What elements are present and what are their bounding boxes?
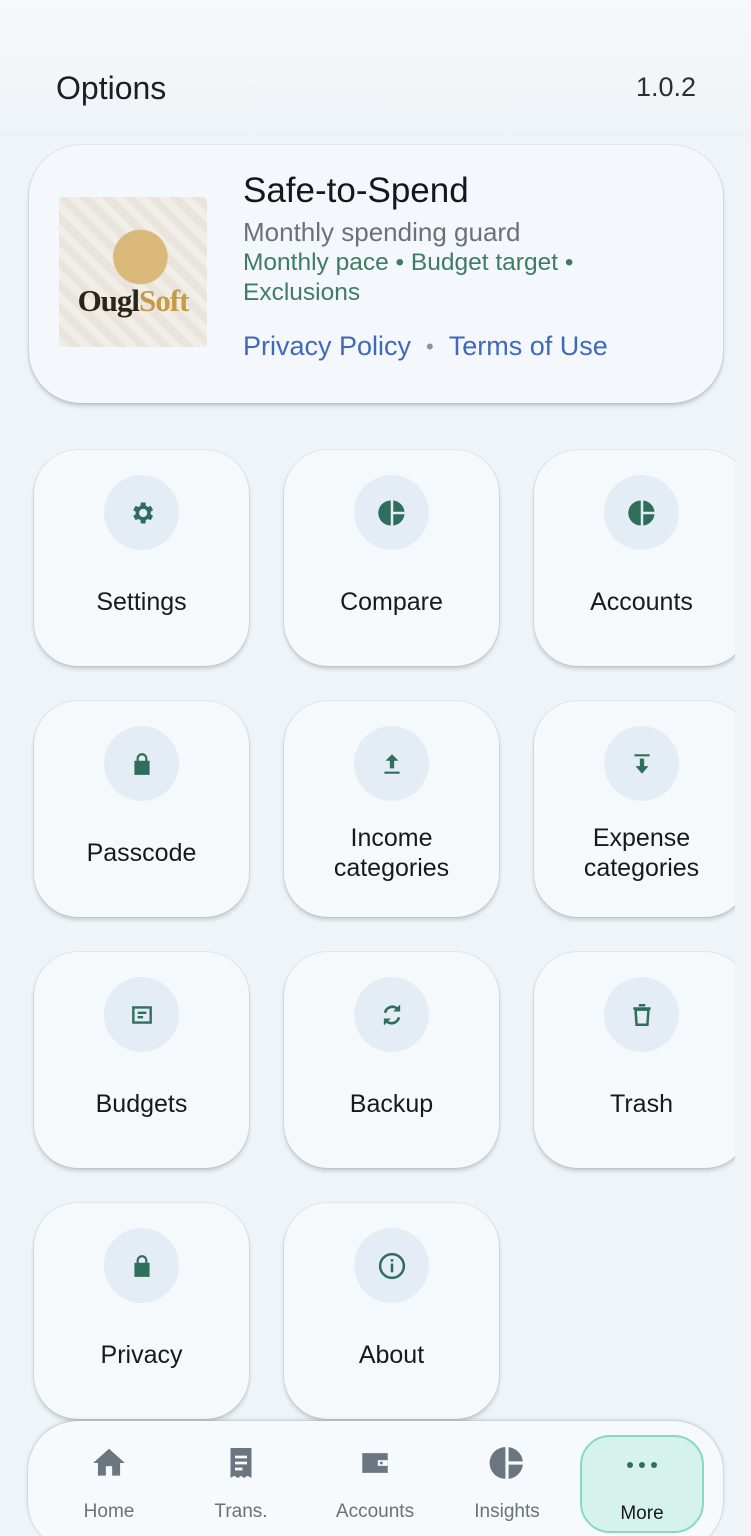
app-info-card: OuglSoft Safe-to-Spend Monthly spending … — [29, 145, 723, 403]
app-name: Safe-to-Spend — [243, 171, 469, 210]
pie-chart-icon — [604, 475, 679, 550]
tile-budgets[interactable]: Budgets — [34, 952, 249, 1168]
gear-icon — [104, 475, 179, 550]
tile-label: Settings — [96, 588, 187, 616]
tile-trash[interactable]: Trash — [534, 952, 749, 1168]
bottom-navigation: Home Trans. Accounts Insights More — [28, 1421, 723, 1536]
app-subtitle: Monthly spending guard — [243, 217, 521, 247]
pie-chart-icon — [354, 475, 429, 550]
sync-icon — [354, 977, 429, 1052]
tile-about[interactable]: About — [284, 1203, 499, 1419]
upload-arrow-icon — [354, 726, 429, 801]
version-label: 1.0.2 — [635, 72, 696, 102]
tile-income-categories[interactable]: Income categories — [284, 701, 499, 917]
nav-accounts[interactable]: Accounts — [320, 1435, 430, 1535]
info-icon — [354, 1228, 429, 1303]
receipt-icon — [223, 1441, 259, 1485]
home-icon — [90, 1441, 128, 1485]
tile-passcode[interactable]: Passcode — [34, 701, 249, 917]
lock-icon — [104, 1228, 179, 1303]
tile-expense-categories[interactable]: Expense categories — [534, 701, 749, 917]
tile-settings[interactable]: Settings — [34, 450, 249, 666]
tile-label: Passcode — [86, 839, 197, 867]
tile-label: Accounts — [590, 588, 693, 616]
trash-icon — [604, 977, 679, 1052]
tile-label: Expense categories — [583, 824, 700, 882]
pie-chart-icon — [488, 1441, 526, 1485]
nav-insights[interactable]: Insights — [452, 1435, 562, 1535]
nav-transactions[interactable]: Trans. — [186, 1435, 296, 1535]
tile-label: Backup — [349, 1090, 434, 1118]
app-header: Options 1.0.2 — [0, 0, 751, 140]
terms-of-use-link[interactable]: Terms of Use — [449, 331, 608, 362]
tile-accounts[interactable]: Accounts — [534, 450, 749, 666]
tile-label: Budgets — [95, 1090, 188, 1118]
page-title: Options — [56, 70, 167, 106]
tile-label: Privacy — [100, 1341, 183, 1369]
wallet-icon — [356, 1441, 394, 1485]
lock-icon — [104, 726, 179, 801]
tile-label: Income categories — [333, 824, 450, 882]
tile-label: Compare — [340, 588, 443, 616]
privacy-policy-link[interactable]: Privacy Policy — [243, 331, 411, 362]
ouglsoft-logo: OuglSoft — [59, 197, 207, 347]
download-arrow-icon — [604, 726, 679, 801]
tile-compare[interactable]: Compare — [284, 450, 499, 666]
budget-icon — [104, 977, 179, 1052]
tile-label: Trash — [610, 1090, 673, 1118]
tile-privacy[interactable]: Privacy — [34, 1203, 249, 1419]
nav-home[interactable]: Home — [54, 1435, 164, 1535]
legal-links: Privacy Policy • Terms of Use — [243, 331, 608, 362]
link-separator: • — [426, 333, 434, 359]
more-dots-icon — [624, 1443, 660, 1487]
tile-label: About — [358, 1341, 425, 1369]
nav-more[interactable]: More — [580, 1435, 704, 1533]
app-features: Monthly pace • Budget target • Exclusion… — [243, 249, 574, 306]
tile-backup[interactable]: Backup — [284, 952, 499, 1168]
